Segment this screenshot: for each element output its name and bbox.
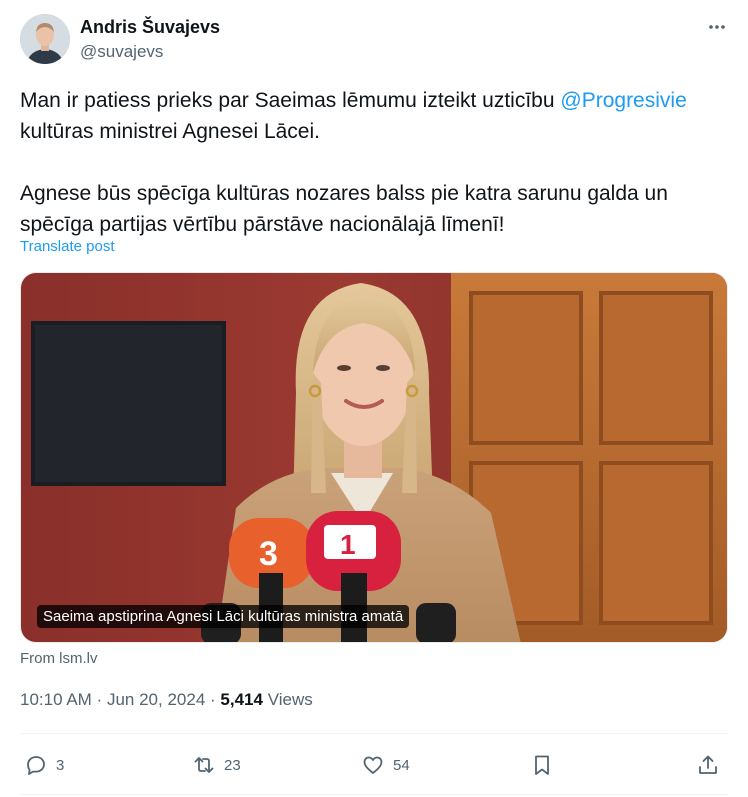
reply-button[interactable]: 3 [24, 749, 64, 781]
author-handle[interactable]: @suvajevs [80, 42, 163, 62]
action-bar: 3 23 54 [20, 749, 728, 781]
repost-button[interactable]: 23 [192, 749, 241, 781]
bookmark-button[interactable] [530, 749, 554, 781]
like-button[interactable]: 54 [361, 749, 410, 781]
card-image: 3 1 [21, 273, 727, 642]
like-count: 54 [393, 756, 410, 774]
divider [20, 733, 728, 734]
card-source[interactable]: From lsm.lv [20, 650, 98, 667]
share-icon [699, 755, 717, 774]
card-caption: Saeima apstiprina Agnesi Lāci kultūras m… [37, 605, 410, 628]
more-icon[interactable] [706, 16, 728, 38]
like-icon [363, 756, 383, 774]
svg-text:1: 1 [340, 529, 356, 560]
tweet-line1-prefix: Man ir patiess prieks par Saeimas lēmumu… [20, 89, 555, 112]
tweet-header: Andris Šuvajevs @suvajevs [20, 14, 728, 66]
views-label: Views [267, 690, 313, 709]
avatar[interactable] [20, 14, 70, 64]
divider [20, 794, 728, 795]
tweet-time[interactable]: 10:10 AM [20, 690, 92, 709]
tweet-paragraph-2: Agnese būs spēcīga kultūras nozares bals… [20, 182, 668, 236]
repost-count: 23 [224, 756, 241, 774]
reply-icon [27, 756, 45, 775]
mention-link[interactable]: @Progresivie [560, 89, 686, 112]
tweet-text: Man ir patiess prieks par Saeimas lēmumu… [20, 85, 728, 240]
tweet-meta: 10:10 AM · Jun 20, 2024 · 5,414 Views [20, 690, 313, 710]
author-name[interactable]: Andris Šuvajevs [80, 17, 220, 38]
reply-count: 3 [56, 756, 65, 774]
link-card[interactable]: 3 1 Saeima apstiprina Agnesi Lāci kultūr… [20, 272, 728, 643]
translate-post-link[interactable]: Translate post [20, 238, 115, 255]
meta-separator: · [210, 690, 216, 709]
bookmark-icon [535, 755, 549, 775]
tweet-line1-suffix: kultūras ministrei Agnesei Lācei. [20, 120, 320, 143]
repost-icon [194, 757, 214, 773]
meta-separator: · [96, 690, 103, 709]
svg-text:3: 3 [259, 535, 278, 573]
tweet-date[interactable]: Jun 20, 2024 [107, 690, 205, 709]
share-button[interactable] [696, 749, 720, 781]
tweet-paragraph-1: Man ir patiess prieks par Saeimas lēmumu… [20, 85, 728, 147]
views-count: 5,414 [220, 690, 263, 709]
